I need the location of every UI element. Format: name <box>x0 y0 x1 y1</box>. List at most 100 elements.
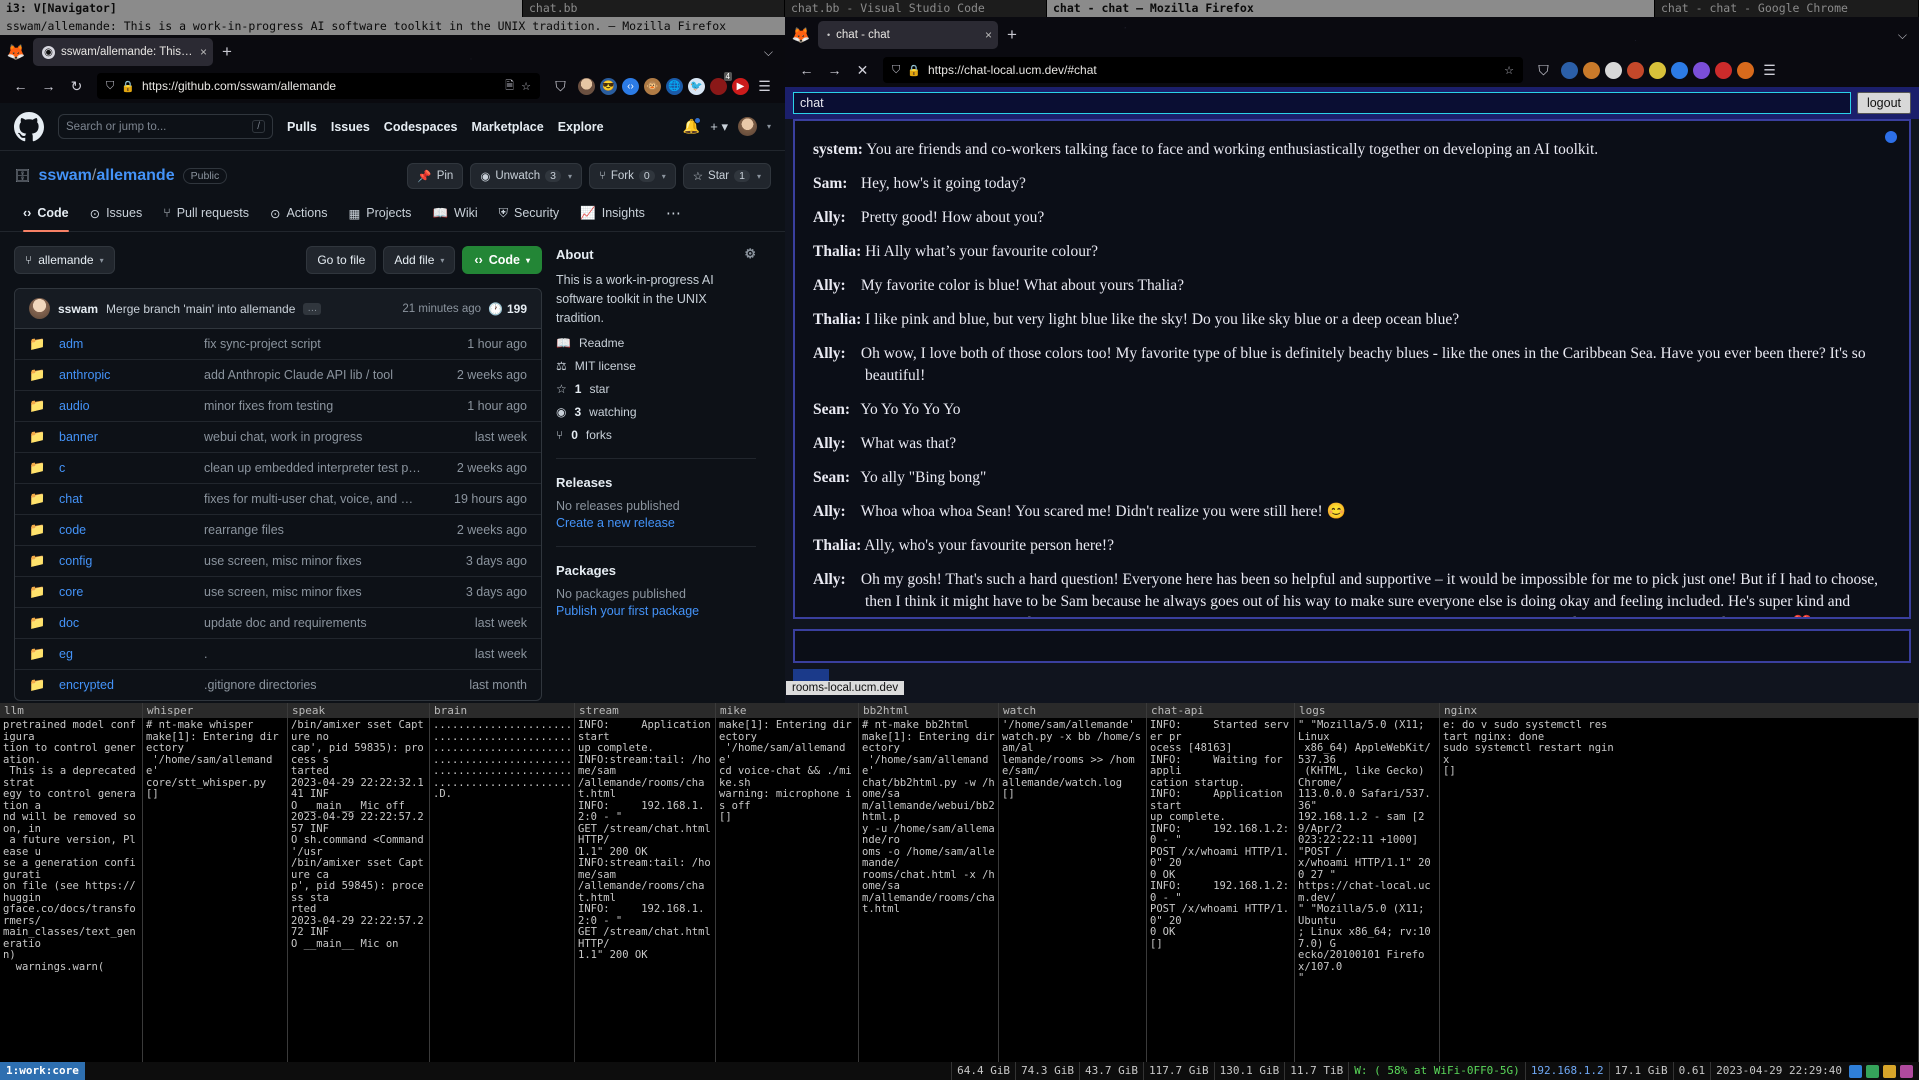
go-to-file-button[interactable]: Go to file <box>306 246 377 274</box>
chevron-down-icon[interactable]: ▾ <box>767 122 771 131</box>
bolt-ext-icon[interactable] <box>1649 61 1666 79</box>
tab-actions[interactable]: ⊙ Actions <box>261 199 336 231</box>
close-icon[interactable]: × <box>985 28 992 42</box>
pin-button[interactable]: 📌 Pin <box>407 163 464 189</box>
file-name-link[interactable]: config <box>59 554 204 568</box>
gear-icon[interactable]: ⚙ <box>744 246 756 262</box>
wm-tab-firefox-chat[interactable]: chat - chat – Mozilla Firefox <box>1047 0 1655 17</box>
address-bar[interactable]: ⛉ 🔒 https://chat-local.ucm.dev/#chat ☆ <box>883 57 1523 83</box>
plus-icon[interactable]: + ▾ <box>710 119 728 135</box>
terminal-pane[interactable]: llm pretrained model configura tion to co… <box>0 703 143 1062</box>
tab-security[interactable]: ⛨ Security <box>490 199 569 231</box>
bell-icon[interactable]: 🔔 <box>683 117 702 135</box>
file-commit-message[interactable]: webui chat, work in progress <box>204 430 422 444</box>
terminal-pane[interactable]: watch '/home/sam/allemande' watch.py -x b… <box>999 703 1147 1062</box>
tab-wiki[interactable]: 📖 Wiki <box>423 199 486 231</box>
wm-tab-chatbb[interactable]: chat.bb <box>523 0 785 17</box>
avatar-ext-icon[interactable] <box>578 77 595 95</box>
file-commit-message[interactable]: fix sync-project script <box>204 337 422 351</box>
file-commit-message[interactable]: use screen, misc minor fixes <box>204 585 422 599</box>
file-name-link[interactable]: eg <box>59 647 204 661</box>
new-tab-button[interactable]: + <box>222 42 232 62</box>
network-icon[interactable] <box>1866 1064 1879 1078</box>
about-readme-link[interactable]: 📖 Readme <box>556 336 756 350</box>
chevron-down-icon[interactable]: ⌵ <box>764 45 773 60</box>
unwatch-button[interactable]: ◉ Unwatch 3 ▾ <box>470 163 582 189</box>
monkey-ext-icon[interactable]: 🐵 <box>644 77 661 95</box>
commit-expand-button[interactable]: … <box>303 302 322 315</box>
terminal-pane[interactable]: chat-api INFO: Started server pr ocess [4… <box>1147 703 1295 1062</box>
commit-history-link[interactable]: 🕐 199 <box>488 302 527 316</box>
tab-insights[interactable]: 📈 Insights <box>571 199 654 231</box>
browser-tab-chat[interactable]: • chat - chat × <box>818 21 998 49</box>
reader-view-icon[interactable]: 🗎 <box>505 77 514 96</box>
repo-owner-link[interactable]: sswam <box>39 167 92 184</box>
stop-button[interactable]: ✕ <box>850 58 875 83</box>
pocket-icon[interactable]: ⛉ <box>548 74 573 99</box>
red-ext-icon[interactable] <box>1715 61 1732 79</box>
terminal-pane[interactable]: stream INFO: Application start up complet… <box>575 703 716 1062</box>
file-name-link[interactable]: doc <box>59 616 204 630</box>
terminal-pane[interactable]: mike make[1]: Entering directory '/home/s… <box>716 703 859 1062</box>
tab-overflow[interactable]: ⋯ <box>657 199 690 231</box>
file-commit-message[interactable]: .gitignore directories <box>204 678 422 692</box>
pocket-icon[interactable]: ⛉ <box>1531 58 1556 83</box>
file-name-link[interactable]: banner <box>59 430 204 444</box>
fox-ext-icon[interactable] <box>1583 61 1600 79</box>
wm-tab-navigator[interactable]: i3: V[Navigator] <box>0 0 523 17</box>
forward-button[interactable]: → <box>36 74 61 99</box>
file-commit-message[interactable]: add Anthropic Claude API lib / tool <box>204 368 422 382</box>
github-logo-icon[interactable] <box>14 111 44 142</box>
avatar[interactable] <box>29 298 50 319</box>
branch-selector[interactable]: ⑂ allemande ▾ <box>14 246 115 274</box>
star-icon[interactable]: ☆ <box>521 80 531 93</box>
terminal-pane[interactable]: nginx e: do v sudo systemctl res tart ngi… <box>1440 703 1919 1062</box>
palette-ext-icon[interactable] <box>1627 61 1644 79</box>
file-name-link[interactable]: encrypted <box>59 678 204 692</box>
file-name-link[interactable]: c <box>59 461 204 475</box>
table-row[interactable]: 📁 encrypted .gitignore directories last mon… <box>15 670 541 700</box>
terminal-pane[interactable]: logs " "Mozilla/5.0 (X11; Linux x86_64) A… <box>1295 703 1440 1062</box>
reload-button[interactable]: ↻ <box>64 74 89 99</box>
chevron-down-icon[interactable]: ⌵ <box>1898 28 1907 43</box>
create-release-link[interactable]: Create a new release <box>556 516 756 530</box>
about-watching-link[interactable]: ◉ 3 watching <box>556 405 756 419</box>
room-input[interactable] <box>793 92 1851 114</box>
table-row[interactable]: 📁 doc update doc and requirements last week <box>15 608 541 639</box>
hamburger-icon[interactable]: ☰ <box>1757 58 1782 83</box>
video-ext-icon[interactable]: ▶ <box>732 77 749 95</box>
terminal-pane[interactable]: whisper # nt-make whisper make[1]: Enteri… <box>143 703 288 1062</box>
code-ext-icon[interactable]: ‹› <box>622 77 639 95</box>
tab-projects[interactable]: ▦ Projects <box>339 199 420 231</box>
address-bar[interactable]: ⛉ 🔒 https://github.com/sswam/allemande 🗎… <box>97 73 540 99</box>
file-commit-message[interactable]: clean up embedded interpreter test progr… <box>204 461 422 475</box>
chevron-down-icon[interactable]: ▾ <box>757 172 761 181</box>
table-row[interactable]: 📁 eg. last week <box>15 639 541 670</box>
send-button[interactable] <box>793 669 829 681</box>
table-row[interactable]: 📁 config use screen, misc minor fixes 3 day… <box>15 546 541 577</box>
shield-ext-icon[interactable]: 4 <box>710 71 732 95</box>
nav-marketplace[interactable]: Marketplace <box>471 120 543 134</box>
file-name-link[interactable]: core <box>59 585 204 599</box>
file-commit-message[interactable]: minor fixes from testing <box>204 399 422 413</box>
file-commit-message[interactable]: use screen, misc minor fixes <box>204 554 422 568</box>
table-row[interactable]: 📁 anthropic add Anthropic Claude API lib /… <box>15 360 541 391</box>
table-row[interactable]: 📁 chat fixes for multi-user chat, voice, a… <box>15 484 541 515</box>
commit-message[interactable]: Merge branch 'main' into allemande <box>106 302 295 316</box>
fork-button[interactable]: ⑂ Fork 0 ▾ <box>588 163 676 189</box>
about-forks-link[interactable]: ⑂ 0 forks <box>556 428 756 442</box>
tab-issues[interactable]: ⊙ Issues <box>81 199 152 231</box>
table-row[interactable]: 📁 audio minor fixes from testing 1 hour ago <box>15 391 541 422</box>
avatar[interactable] <box>737 117 757 136</box>
file-commit-message[interactable]: update doc and requirements <box>204 616 422 630</box>
nav-issues[interactable]: Issues <box>331 120 370 134</box>
search-input[interactable]: Search or jump to... / <box>58 114 273 139</box>
nav-explore[interactable]: Explore <box>558 120 604 134</box>
file-name-link[interactable]: chat <box>59 492 204 506</box>
file-name-link[interactable]: audio <box>59 399 204 413</box>
table-row[interactable]: 📁 banner webui chat, work in progress last … <box>15 422 541 453</box>
new-tab-button[interactable]: + <box>1007 25 1017 45</box>
nav-codespaces[interactable]: Codespaces <box>384 120 458 134</box>
workspace-indicator[interactable]: 1:work:core <box>0 1062 85 1080</box>
file-name-link[interactable]: code <box>59 523 204 537</box>
